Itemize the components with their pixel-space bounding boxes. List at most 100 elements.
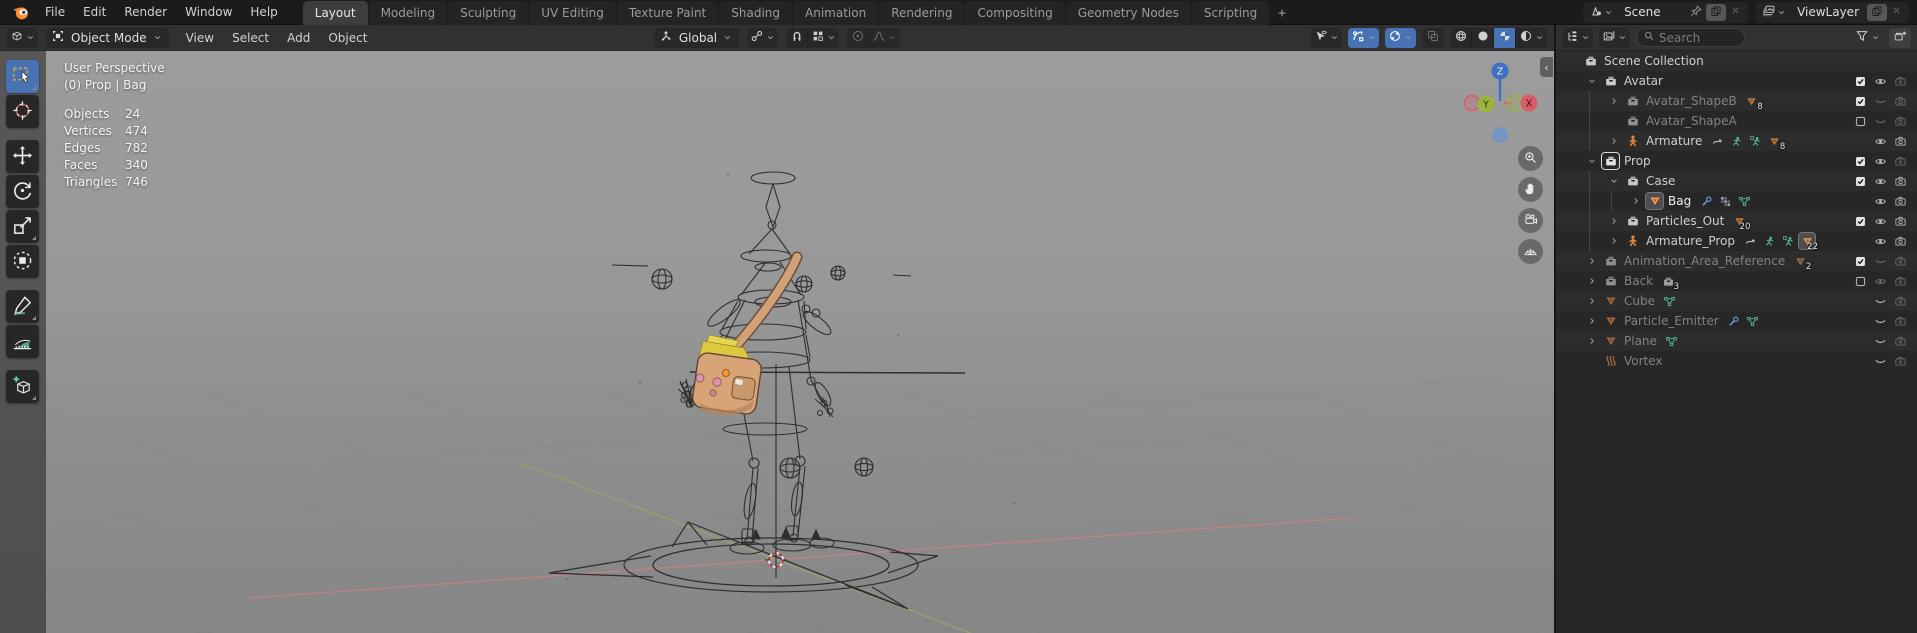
mesh-object-icon[interactable]: [1602, 293, 1619, 309]
outliner-row-bag[interactable]: Bag: [1556, 191, 1917, 211]
camera-icon[interactable]: [1890, 173, 1910, 189]
collection-icon[interactable]: [1624, 93, 1641, 109]
outliner-editor-type-button[interactable]: [1562, 28, 1593, 48]
exclude-checkbox[interactable]: [1850, 273, 1870, 289]
toggle-ortho-button[interactable]: [1518, 239, 1543, 264]
mesh-object-icon[interactable]: [1646, 193, 1663, 209]
outliner-row-avatar[interactable]: Avatar: [1556, 71, 1917, 91]
camera-icon[interactable]: [1890, 113, 1910, 129]
workspace-tab-uv-editing[interactable]: UV Editing: [529, 1, 616, 25]
eye-open-icon[interactable]: [1870, 133, 1890, 149]
tool-move-button[interactable]: [6, 140, 39, 173]
tool-cursor-button[interactable]: [6, 95, 39, 128]
eye-open-icon[interactable]: [1870, 153, 1890, 169]
transform-orientation-dropdown[interactable]: Global: [654, 28, 739, 48]
pan-button[interactable]: [1518, 177, 1543, 202]
expander-right-icon[interactable]: [1604, 96, 1624, 106]
expander-right-icon[interactable]: [1582, 256, 1602, 266]
axis-neg-z-ball[interactable]: [1492, 127, 1508, 143]
expander-right-icon[interactable]: [1604, 216, 1624, 226]
camera-icon[interactable]: [1890, 93, 1910, 109]
expander-right-icon[interactable]: [1582, 276, 1602, 286]
expander-right-icon[interactable]: [1604, 236, 1624, 246]
camera-disabled-icon[interactable]: [1890, 333, 1910, 349]
menu-render[interactable]: Render: [115, 0, 176, 24]
tool-add-cube-button[interactable]: [6, 370, 39, 403]
camera-disabled-icon[interactable]: [1890, 313, 1910, 329]
outliner-search[interactable]: [1636, 28, 1745, 47]
tool-annotate-button[interactable]: [6, 290, 39, 323]
search-input[interactable]: [1659, 31, 1738, 45]
add-workspace-button[interactable]: [1270, 1, 1294, 25]
eye-closed-icon[interactable]: [1870, 313, 1890, 329]
shading-wireframe-toggle[interactable]: [1450, 28, 1472, 48]
proportional-falloff-icon[interactable]: [869, 28, 900, 48]
eye-closed-icon[interactable]: [1870, 253, 1890, 269]
new-viewlayer-button[interactable]: [1867, 4, 1887, 21]
camera-disabled-icon[interactable]: [1890, 273, 1910, 289]
collection-icon[interactable]: [1602, 73, 1619, 89]
navigation-gizmo[interactable]: Z Y X: [1458, 59, 1544, 151]
expander-right-icon[interactable]: [1626, 196, 1646, 206]
viewport-menu-view[interactable]: View: [177, 25, 223, 51]
new-collection-button[interactable]: [1889, 28, 1911, 48]
filter-dropdown[interactable]: [1852, 28, 1883, 48]
outliner-row-avatar-shapeb[interactable]: Avatar_ShapeB8: [1556, 91, 1917, 111]
camera-disabled-icon[interactable]: [1890, 73, 1910, 89]
outliner-row-prop[interactable]: Prop: [1556, 151, 1917, 171]
eye-open-icon[interactable]: [1870, 233, 1890, 249]
expander-down-icon[interactable]: [1604, 176, 1624, 186]
mode-dropdown[interactable]: Object Mode: [46, 28, 169, 48]
expander-right-icon[interactable]: [1582, 296, 1602, 306]
camera-disabled-icon[interactable]: [1890, 353, 1910, 369]
gizmo-toggle[interactable]: [1348, 28, 1379, 48]
camera-icon[interactable]: [1890, 213, 1910, 229]
tool-transform-button[interactable]: [6, 245, 39, 278]
eye-closed-icon[interactable]: [1870, 293, 1890, 309]
exclude-checkbox[interactable]: [1850, 113, 1870, 129]
outliner-row-back[interactable]: Back3: [1556, 271, 1917, 291]
camera-icon[interactable]: [1890, 193, 1910, 209]
expander-down-icon[interactable]: [1582, 76, 1602, 86]
eye-open-icon[interactable]: [1870, 193, 1890, 209]
scene-selector[interactable]: Scene: [1583, 2, 1748, 23]
collection-icon[interactable]: [1602, 273, 1619, 289]
outliner-row-vortex[interactable]: Vortex: [1556, 351, 1917, 371]
workspace-tab-geometry-nodes[interactable]: Geometry Nodes: [1066, 1, 1191, 25]
collection-icon[interactable]: [1624, 113, 1641, 129]
mesh-object-icon[interactable]: [1602, 313, 1619, 329]
proportional-proportional-icon[interactable]: [847, 28, 869, 48]
collection-icon[interactable]: [1602, 153, 1619, 169]
eye-open-icon[interactable]: [1870, 73, 1890, 89]
expander-right-icon[interactable]: [1582, 336, 1602, 346]
pin-icon[interactable]: [1686, 4, 1706, 21]
outliner-row-particle-emitter[interactable]: Particle_Emitter: [1556, 311, 1917, 331]
tool-scale-button[interactable]: [6, 210, 39, 243]
shading-solid-toggle[interactable]: [1472, 28, 1494, 48]
3d-viewport[interactable]: User Perspective (0) Prop | Bag Objects2…: [0, 51, 1554, 633]
editor-type-button[interactable]: [7, 28, 38, 48]
collection-icon[interactable]: [1602, 253, 1619, 269]
exclude-checkbox[interactable]: [1850, 173, 1870, 189]
outliner-row-particles-out[interactable]: Particles_Out20: [1556, 211, 1917, 231]
tool-select-box-button[interactable]: [6, 60, 39, 93]
eye-open-icon[interactable]: [1870, 173, 1890, 189]
exclude-checkbox[interactable]: [1850, 73, 1870, 89]
outliner-row-avatar-shapea[interactable]: Avatar_ShapeA: [1556, 111, 1917, 131]
sidebar-toggle-tab[interactable]: ‹: [1540, 57, 1553, 77]
camera-icon[interactable]: [1890, 133, 1910, 149]
expander-down-icon[interactable]: [1582, 156, 1602, 166]
menu-edit[interactable]: Edit: [74, 0, 115, 24]
overlays-toggle[interactable]: [1385, 28, 1416, 48]
mesh-object-icon[interactable]: [1602, 333, 1619, 349]
force-field-icon[interactable]: [1602, 353, 1619, 369]
tool-rotate-button[interactable]: [6, 175, 39, 208]
camera-disabled-icon[interactable]: [1890, 253, 1910, 269]
eye-closed-icon[interactable]: [1870, 333, 1890, 349]
outliner-row-scene-collection[interactable]: Scene Collection: [1556, 51, 1917, 71]
pivot-point-dropdown[interactable]: [747, 28, 778, 48]
display-mode-dropdown[interactable]: [1599, 28, 1630, 48]
expander-right-icon[interactable]: [1604, 136, 1624, 146]
collection-icon[interactable]: [1624, 213, 1641, 229]
workspace-tab-layout[interactable]: Layout: [303, 1, 368, 25]
